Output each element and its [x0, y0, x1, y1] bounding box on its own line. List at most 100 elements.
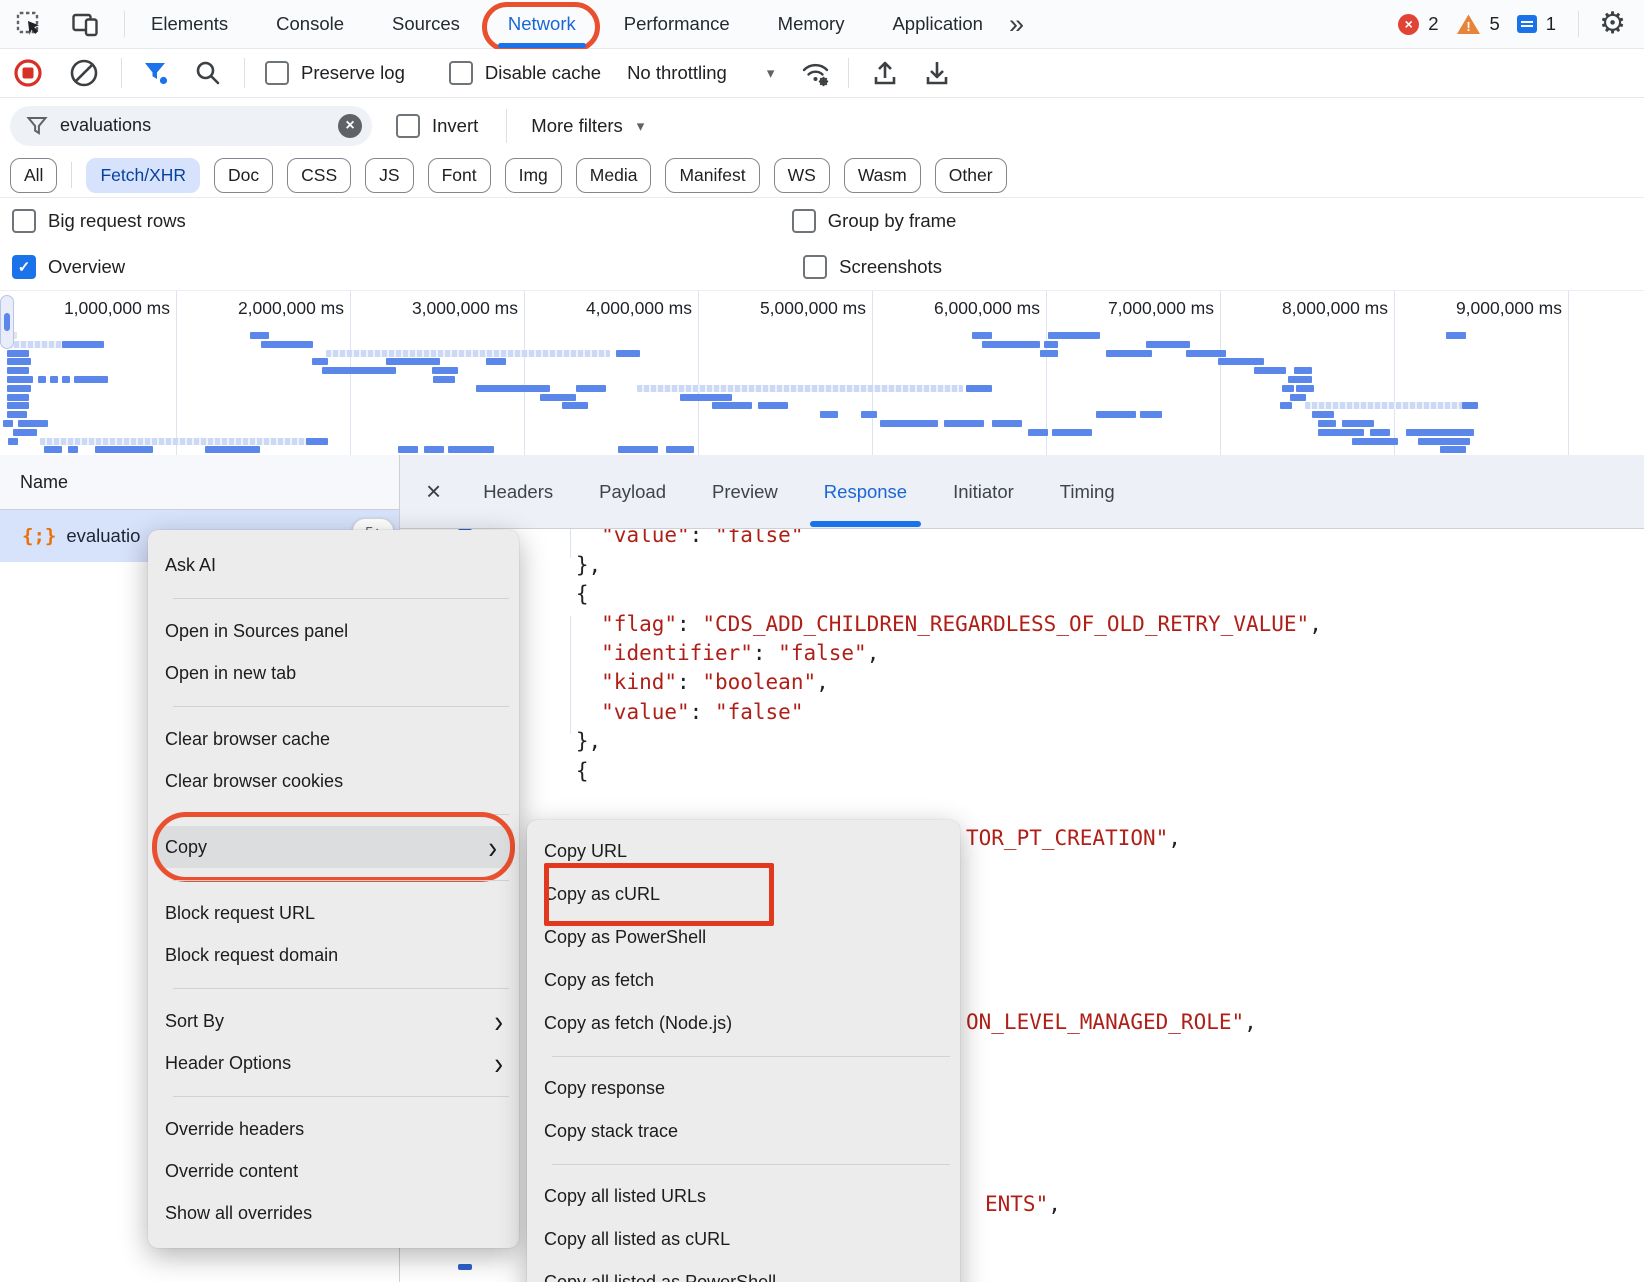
menu-item-copy-all-listed-as-curl[interactable]: Copy all listed as cURL	[527, 1218, 960, 1261]
chip-doc[interactable]: Doc	[214, 158, 273, 193]
waterfall-bar	[1370, 429, 1390, 436]
chip-all[interactable]: All	[10, 158, 57, 193]
more-tabs-icon[interactable]: »	[1009, 9, 1022, 40]
import-har-icon[interactable]	[871, 58, 899, 88]
name-column-header[interactable]: Name	[0, 455, 399, 510]
screenshots-checkbox[interactable]	[803, 255, 827, 279]
menu-item-copy-stack-trace[interactable]: Copy stack trace	[527, 1110, 960, 1153]
preserve-log-checkbox[interactable]	[265, 61, 289, 85]
record-network-log-button[interactable]	[13, 58, 43, 88]
menu-item-copy-as-fetch-node-js-[interactable]: Copy as fetch (Node.js)	[527, 1002, 960, 1045]
menu-item-copy-as-powershell[interactable]: Copy as PowerShell	[527, 916, 960, 959]
waterfall-bar	[1044, 341, 1058, 348]
throttling-select[interactable]: No throttling	[627, 62, 727, 84]
waterfall-bar	[880, 420, 938, 427]
chip-fetch-xhr[interactable]: Fetch/XHR	[86, 158, 200, 193]
overview-drag-handle[interactable]	[0, 295, 14, 349]
tab-sources[interactable]: Sources	[392, 13, 460, 35]
waterfall-bar	[1440, 446, 1466, 453]
menu-item-copy-as-fetch[interactable]: Copy as fetch	[527, 959, 960, 1002]
tick-label: 8,000,000 ms	[1282, 298, 1388, 319]
menu-item-copy-url[interactable]: Copy URL	[527, 830, 960, 873]
chip-other[interactable]: Other	[935, 158, 1007, 193]
menu-item-override-content[interactable]: Override content	[148, 1150, 519, 1192]
chip-js[interactable]: JS	[365, 158, 413, 193]
waterfall-bar	[1254, 367, 1286, 374]
detail-tab-payload[interactable]: Payload	[599, 455, 666, 528]
divider	[124, 11, 125, 37]
chip-manifest[interactable]: Manifest	[665, 158, 759, 193]
detail-tab-timing[interactable]: Timing	[1060, 455, 1115, 528]
detail-tab-initiator[interactable]: Initiator	[953, 455, 1014, 528]
close-icon[interactable]: ×	[426, 476, 441, 507]
waterfall-bar	[966, 385, 992, 392]
menu-item-block-request-domain[interactable]: Block request domain	[148, 934, 519, 976]
tab-performance[interactable]: Performance	[624, 13, 730, 35]
clear-network-log-button[interactable]	[69, 58, 99, 88]
waterfall-bar	[322, 367, 396, 374]
menu-item-copy-all-listed-as-powershell[interactable]: Copy all listed as PowerShell	[527, 1261, 960, 1282]
menu-item-header-options[interactable]: Header Options›	[148, 1042, 519, 1084]
warning-icon: !	[1456, 13, 1481, 35]
chip-wasm[interactable]: Wasm	[844, 158, 921, 193]
menu-item-block-request-url[interactable]: Block request URL	[148, 892, 519, 934]
chip-media[interactable]: Media	[576, 158, 652, 193]
filter-input[interactable]: evaluations ×	[10, 106, 372, 146]
detail-tab-headers[interactable]: Headers	[483, 455, 553, 528]
menu-item-copy-all-listed-urls[interactable]: Copy all listed URLs	[527, 1175, 960, 1218]
chip-css[interactable]: CSS	[287, 158, 351, 193]
tab-memory[interactable]: Memory	[778, 13, 845, 35]
svg-text:!: !	[1466, 19, 1470, 34]
network-conditions-icon[interactable]	[800, 58, 832, 88]
menu-item-sort-by[interactable]: Sort By›	[148, 1000, 519, 1042]
tab-console[interactable]: Console	[276, 13, 344, 35]
menu-item-label: Header Options	[165, 1053, 291, 1074]
filter-icon[interactable]	[142, 59, 170, 87]
settings-gear-icon[interactable]: ⚙	[1599, 9, 1626, 39]
chip-img[interactable]: Img	[505, 158, 562, 193]
network-overview-timeline[interactable]: 1,000,000 ms2,000,000 ms3,000,000 ms4,00…	[0, 290, 1644, 457]
export-har-icon[interactable]	[923, 58, 951, 88]
chip-ws[interactable]: WS	[774, 158, 830, 193]
tab-application[interactable]: Application	[892, 13, 983, 35]
menu-item-copy[interactable]: Copy›	[154, 826, 513, 868]
clear-filter-icon[interactable]: ×	[338, 114, 362, 138]
menu-item-show-all-overrides[interactable]: Show all overrides	[148, 1192, 519, 1234]
menu-item-label: Copy stack trace	[544, 1121, 678, 1142]
tab-network[interactable]: Network	[508, 13, 576, 35]
response-json-body[interactable]: "kind": "boolean", "value": "false" }, {…	[500, 492, 1322, 786]
menu-item-open-in-sources-panel[interactable]: Open in Sources panel	[148, 610, 519, 652]
menu-item-override-headers[interactable]: Override headers	[148, 1108, 519, 1150]
console-badges[interactable]: × 2 ! 5 1	[1398, 13, 1556, 35]
waterfall-bar	[424, 446, 444, 453]
waterfall-bar	[1048, 332, 1100, 339]
waterfall-bar	[1318, 420, 1336, 427]
overview-checkbox[interactable]: ✓	[12, 255, 36, 279]
more-filters-button[interactable]: More filters	[531, 115, 623, 137]
search-icon[interactable]	[194, 59, 222, 87]
big-request-rows-checkbox[interactable]	[12, 209, 36, 233]
menu-item-label: Block request URL	[165, 903, 315, 924]
device-toolbar-icon[interactable]	[70, 9, 100, 39]
detail-tab-preview[interactable]: Preview	[712, 455, 778, 528]
chip-font[interactable]: Font	[428, 158, 491, 193]
disable-cache-checkbox[interactable]	[449, 61, 473, 85]
menu-item-open-in-new-tab[interactable]: Open in new tab	[148, 652, 519, 694]
menu-item-copy-response[interactable]: Copy response	[527, 1067, 960, 1110]
menu-item-copy-as-curl[interactable]: Copy as cURL	[527, 873, 960, 916]
resource-type-filter-row: All Fetch/XHR Doc CSS JS Font Img Media Manifest…	[0, 153, 1644, 198]
inspect-element-icon[interactable]	[14, 9, 44, 39]
message-icon	[1517, 15, 1537, 33]
tab-elements[interactable]: Elements	[151, 13, 228, 35]
menu-item-label: Clear browser cache	[165, 729, 330, 750]
menu-item-label: Copy as PowerShell	[544, 927, 706, 948]
menu-item-clear-browser-cache[interactable]: Clear browser cache	[148, 718, 519, 760]
waterfall-bar	[7, 402, 29, 409]
invert-checkbox[interactable]	[396, 114, 420, 138]
group-by-frame-checkbox[interactable]	[792, 209, 816, 233]
menu-item-ask-ai[interactable]: Ask AI	[148, 544, 519, 586]
waterfall-bar	[944, 420, 984, 427]
detail-tab-response[interactable]: Response	[824, 455, 907, 528]
menu-item-clear-browser-cookies[interactable]: Clear browser cookies	[148, 760, 519, 802]
fold-marker[interactable]	[458, 1264, 472, 1270]
